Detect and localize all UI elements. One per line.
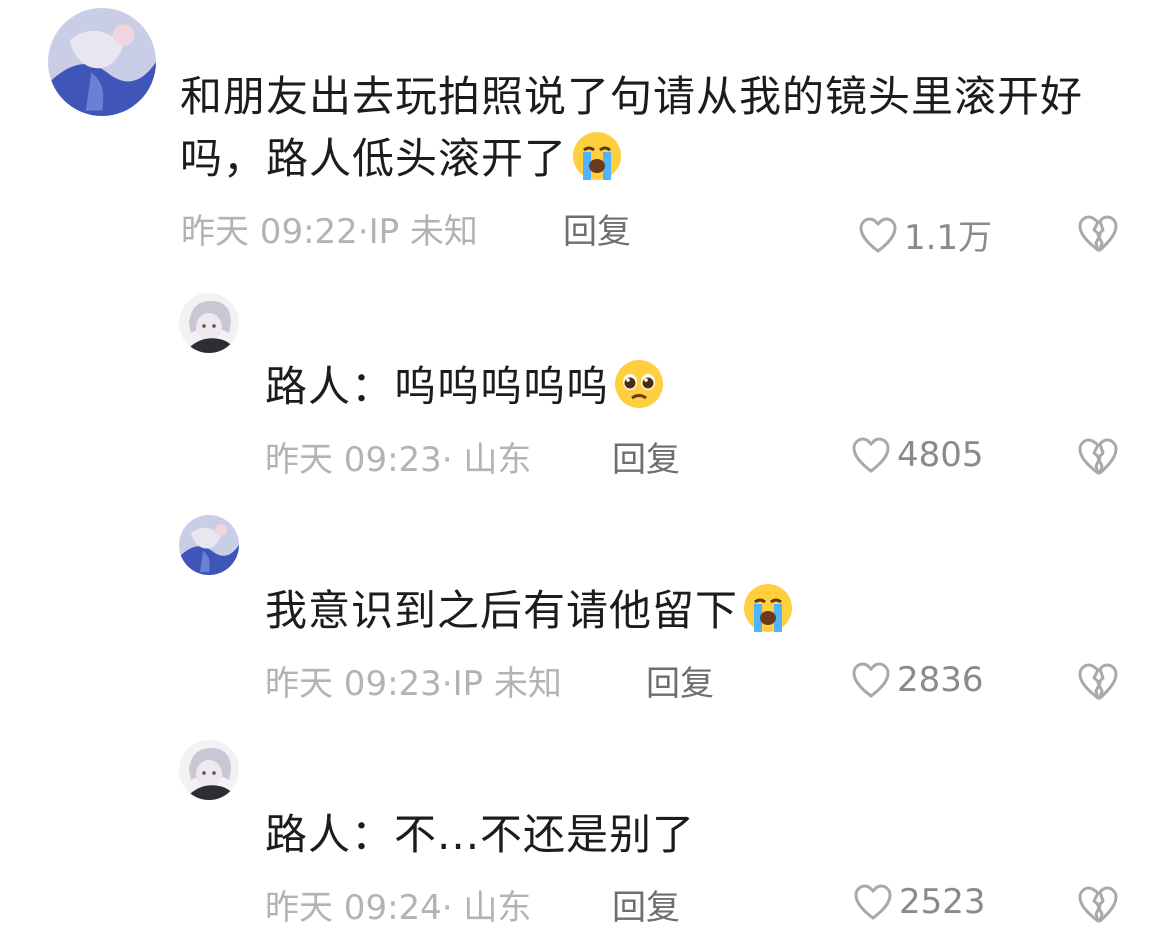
reply-button[interactable]: 回复 [612, 438, 680, 482]
loudly-crying-face-icon [571, 130, 623, 182]
like-button[interactable]: 2836 [851, 660, 984, 700]
comment-body: 我意识到之后有请他留下 [265, 586, 739, 635]
comment-text: 路人：不...不还是别了 [265, 804, 695, 866]
comment-text: 和朋友出去玩拍照说了句请从我的镜头里滚开好吗，路人低头滚开了 [180, 66, 1110, 190]
reply-button[interactable]: 回复 [646, 662, 714, 706]
avatar[interactable] [179, 293, 239, 353]
avatar[interactable] [48, 8, 156, 116]
broken-heart-icon [1077, 883, 1119, 925]
heart-outline-icon [851, 436, 891, 474]
reply-button[interactable]: 回复 [563, 210, 631, 254]
dislike-button[interactable] [1077, 660, 1119, 702]
heart-outline-icon [853, 883, 893, 921]
loudly-crying-face-icon [742, 582, 794, 634]
like-button[interactable]: 1.1万 [858, 210, 992, 259]
dislike-button[interactable] [1077, 435, 1119, 477]
broken-heart-icon [1077, 660, 1119, 702]
heart-outline-icon [858, 216, 898, 254]
comment-text: 我意识到之后有请他留下 [265, 580, 794, 642]
pleading-face-icon [613, 358, 665, 410]
comment-body: 和朋友出去玩拍照说了句请从我的镜头里滚开好吗，路人低头滚开了 [180, 72, 1084, 183]
like-count: 4805 [897, 435, 984, 475]
broken-heart-icon [1077, 212, 1119, 254]
comment-body: 路人：呜呜呜呜呜 [265, 362, 610, 411]
dislike-button[interactable] [1077, 212, 1119, 254]
comment-meta: 昨天 09:22·IP 未知 [181, 212, 478, 252]
dislike-button[interactable] [1077, 883, 1119, 925]
like-button[interactable]: 4805 [851, 435, 984, 475]
avatar[interactable] [179, 515, 239, 575]
like-count: 2836 [897, 660, 984, 700]
comment-meta: 昨天 09:23·IP 未知 [265, 664, 562, 704]
avatar[interactable] [179, 740, 239, 800]
comment-text: 路人：呜呜呜呜呜 [265, 356, 665, 418]
like-count: 1.1万 [904, 218, 993, 258]
broken-heart-icon [1077, 435, 1119, 477]
heart-outline-icon [851, 661, 891, 699]
reply-button[interactable]: 回复 [612, 886, 680, 930]
like-button[interactable]: 2523 [853, 882, 986, 922]
comment-meta: 昨天 09:24· 山东 [265, 888, 532, 928]
comment-meta: 昨天 09:23· 山东 [265, 440, 532, 480]
comment-body: 路人：不...不还是别了 [265, 810, 696, 859]
like-count: 2523 [899, 882, 986, 922]
